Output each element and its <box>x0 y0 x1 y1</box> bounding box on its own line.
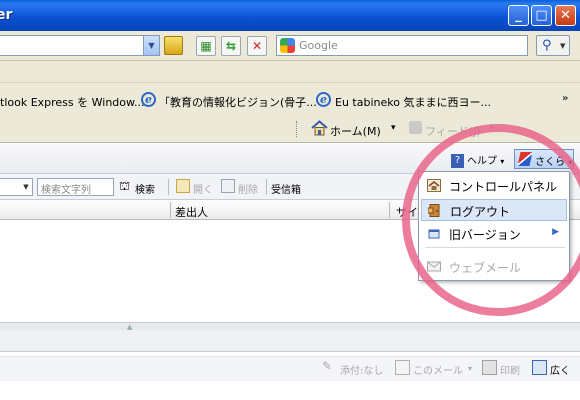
ie-page-icon: e <box>141 92 156 107</box>
google-icon <box>280 38 295 53</box>
search-input[interactable]: Google <box>276 35 528 56</box>
chevron-down-icon: ▼ <box>560 42 566 50</box>
close-button[interactable]: ✕ <box>555 5 576 26</box>
toolbar-grip[interactable] <box>296 121 299 137</box>
chevron-down-icon: ▾ <box>500 157 505 166</box>
menu-item-logout[interactable]: ログアウト <box>421 199 567 221</box>
pane-splitter[interactable]: ▲ <box>0 322 580 331</box>
compatibility-icon[interactable]: ▦ <box>196 36 216 56</box>
expand-icon[interactable] <box>532 360 547 375</box>
toolbar-separator <box>266 179 267 195</box>
column-sender[interactable]: 差出人 <box>175 204 208 220</box>
preview-header <box>0 330 580 352</box>
toolbar-separator <box>168 179 169 195</box>
menu-item-old-version[interactable]: 旧バージョン ▶ <box>421 223 567 245</box>
this-mail-label: このメール <box>413 366 463 377</box>
sakura-logo-icon <box>517 152 533 166</box>
door-icon <box>428 204 440 217</box>
lock-icon[interactable] <box>164 36 183 55</box>
search-scope-select[interactable]: ▼ <box>0 178 33 196</box>
window-icon <box>428 229 440 239</box>
menu-item-webmail: ウェブメール <box>421 256 567 278</box>
printer-icon <box>482 360 497 375</box>
link-item[interactable]: Eu tabineko 気ままに西ヨー... <box>335 94 491 110</box>
window-titlebar: er _ □ ✕ <box>0 0 580 31</box>
search-button-label[interactable]: 検索 <box>135 181 155 196</box>
minimize-icon: _ <box>515 8 522 23</box>
help-label: ヘルプ <box>467 156 497 167</box>
menu-item-label: 旧バージョン <box>449 228 521 242</box>
search-placeholder: Google <box>299 39 338 52</box>
address-field[interactable]: ▼ <box>0 35 160 56</box>
column-divider[interactable] <box>170 202 171 218</box>
account-dropdown-menu: コントロールパネル ログアウト 旧バージョン ▶ ウェブメール <box>418 171 570 281</box>
binoculars-icon[interactable]: ⛫ <box>119 179 130 195</box>
chevron-down-icon: ▼ <box>23 183 29 191</box>
print-button-label: 印刷 <box>500 366 520 377</box>
folder-name: 受信箱 <box>271 185 301 196</box>
chevron-down-icon: ▼ <box>148 41 155 50</box>
help-icon: ? <box>451 154 464 168</box>
help-button[interactable]: ? ヘルプ ▾ <box>451 152 504 168</box>
address-dropdown-button[interactable]: ▼ <box>143 36 159 55</box>
feed-button-label: フィード(J) <box>425 125 481 138</box>
attachment-label: 添付:なし <box>340 366 384 377</box>
attachment-icon: ✎ <box>322 359 333 373</box>
submenu-arrow-icon: ▶ <box>552 227 559 237</box>
envelope-icon <box>427 261 441 272</box>
chevron-down-icon: ▾ <box>568 158 573 167</box>
search-button[interactable]: ⚲ ▼ <box>536 35 570 56</box>
menu-item-control-panel[interactable]: コントロールパネル <box>421 175 567 197</box>
close-icon: ✕ <box>560 8 571 23</box>
feed-icon <box>409 121 422 134</box>
magnifier-icon: ⚲ <box>542 38 552 53</box>
feed-dropdown-button: ▾ <box>489 123 494 133</box>
account-label: さくら <box>535 157 565 168</box>
minimize-button[interactable]: _ <box>508 5 529 26</box>
menu-item-label: コントロールパネル <box>449 180 558 194</box>
maximize-icon: □ <box>535 8 548 23</box>
link-item[interactable]: tlook Express を Window... <box>0 94 145 110</box>
delete-icon <box>221 179 235 193</box>
mail-icon <box>395 360 410 375</box>
refresh-icon[interactable]: ⇆ <box>221 36 241 56</box>
home-dropdown-button[interactable]: ▾ <box>391 123 396 133</box>
ie-page-icon: e <box>316 92 331 107</box>
menu-separator <box>425 247 565 248</box>
open-button-label: 開く <box>193 185 213 196</box>
window-title: er <box>0 7 13 23</box>
delete-button-label: 削除 <box>238 185 258 196</box>
maximize-button[interactable]: □ <box>531 5 552 26</box>
stop-icon[interactable]: ✕ <box>247 36 267 56</box>
keyword-input[interactable]: 検索文字列 <box>37 178 114 196</box>
menu-item-label: ウェブメール <box>449 261 522 275</box>
chevron-down-icon: ▾ <box>468 364 473 373</box>
toolbar-band <box>0 61 580 83</box>
menu-item-label: ログアウト <box>450 205 511 219</box>
open-icon <box>176 179 190 193</box>
column-divider[interactable] <box>389 202 390 218</box>
column-size[interactable]: サイ <box>396 204 418 220</box>
address-toolbar: ▼ ▦ ⇆ ✕ Google ⚲ ▼ <box>0 31 580 61</box>
house-icon <box>427 179 441 192</box>
links-overflow-button[interactable]: » <box>562 93 568 104</box>
home-button-label[interactable]: ホーム(M) <box>330 123 381 139</box>
link-item[interactable]: 「教育の情報化ビジョン(骨子... <box>159 94 317 110</box>
home-icon[interactable] <box>311 120 328 136</box>
expand-button-label[interactable]: 広く <box>550 362 570 377</box>
account-menu-button[interactable]: さくら ▾ <box>514 149 574 169</box>
